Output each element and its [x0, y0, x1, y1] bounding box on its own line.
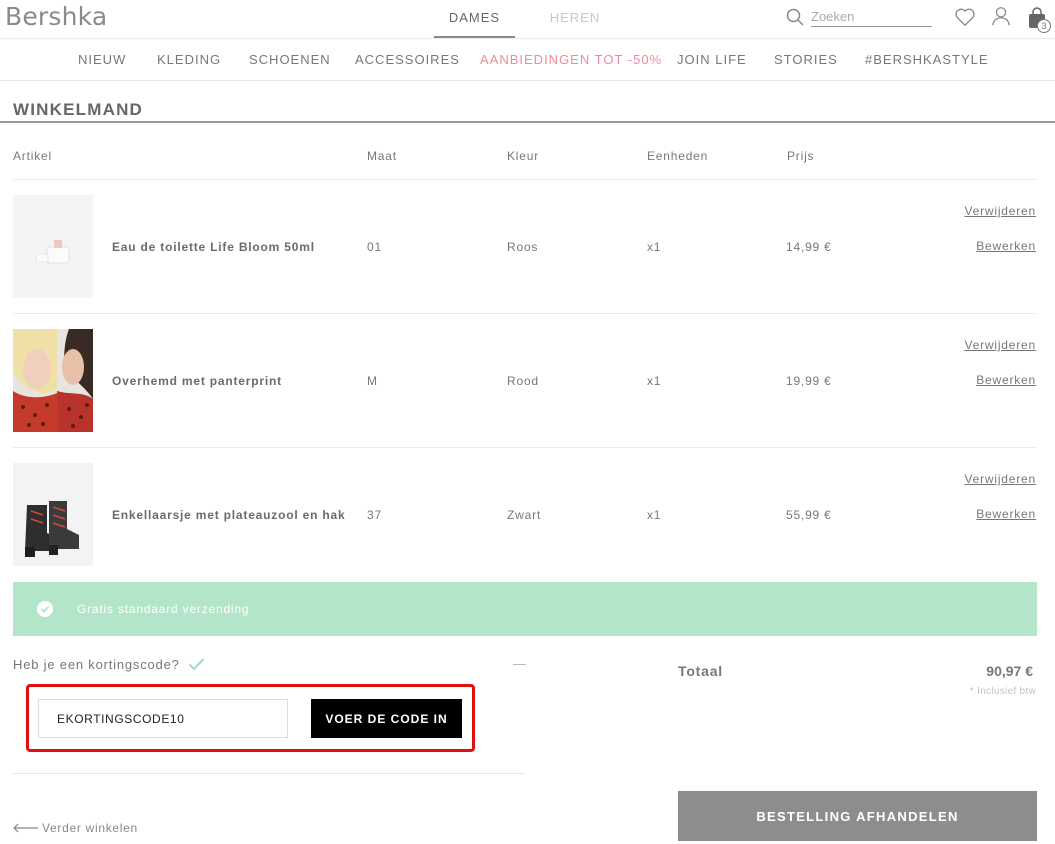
title-divider: [0, 121, 1055, 123]
product-name[interactable]: Eau de toilette Life Bloom 50ml: [112, 240, 315, 254]
check-circle-icon: [37, 601, 53, 617]
remove-link[interactable]: Verwijderen: [964, 204, 1036, 218]
remove-link[interactable]: Verwijderen: [964, 338, 1036, 352]
tab-dames[interactable]: DAMES: [434, 10, 515, 38]
coupon-question[interactable]: Heb je een kortingscode?: [13, 657, 180, 672]
product-price: 55,99 €: [786, 508, 832, 522]
column-header-size: Maat: [367, 149, 397, 163]
check-icon: [188, 658, 205, 671]
tab-heren[interactable]: HEREN: [535, 10, 615, 38]
nav-item-accessoires[interactable]: ACCESSOIRES: [355, 52, 460, 67]
product-color: Rood: [507, 374, 539, 388]
column-header-price: Prijs: [787, 149, 815, 163]
product-image-shirt[interactable]: [13, 329, 93, 432]
edit-link[interactable]: Bewerken: [976, 239, 1036, 253]
vat-note: * Inclusief btw: [969, 686, 1036, 697]
nav-item-bershkastyle[interactable]: #BERSHKASTYLE: [865, 52, 989, 67]
free-shipping-banner: Gratis standaard verzending: [13, 582, 1037, 636]
user-icon[interactable]: [990, 5, 1012, 27]
page-title: WINKELMAND: [13, 100, 144, 119]
collapse-icon[interactable]: [513, 664, 526, 665]
product-name[interactable]: Enkellaarsje met plateauzool en hak: [112, 508, 345, 522]
main-nav: NIEUW KLEDING SCHOENEN ACCESSOIRES AANBI…: [0, 38, 1055, 81]
product-quantity: x1: [647, 508, 662, 522]
product-image-boots[interactable]: [13, 463, 93, 566]
arrow-left-icon: [13, 823, 38, 833]
column-header-color: Kleur: [507, 149, 540, 163]
continue-shopping-label: Verder winkelen: [42, 821, 138, 835]
heart-icon[interactable]: [954, 6, 976, 28]
coupon-divider: [13, 773, 525, 774]
nav-item-join-life[interactable]: JOIN LIFE: [677, 52, 747, 67]
nav-item-stories[interactable]: STORIES: [774, 52, 838, 67]
cart-row: Overhemd met panterprint M Rood x1 19,99…: [0, 314, 1055, 448]
product-name[interactable]: Overhemd met panterprint: [112, 374, 282, 388]
bag-count-badge: 3: [1037, 19, 1051, 33]
edit-link[interactable]: Bewerken: [976, 507, 1036, 521]
nav-item-aanbiedingen[interactable]: AANBIEDINGEN TOT -50%: [480, 52, 662, 67]
cart-row: Enkellaarsje met plateauzool en hak 37 Z…: [0, 448, 1055, 582]
brand-logo[interactable]: Bershka: [5, 2, 107, 31]
remove-link[interactable]: Verwijderen: [964, 472, 1036, 486]
continue-shopping-link[interactable]: Verder winkelen: [13, 821, 138, 835]
total-value: 90,97 €: [986, 663, 1033, 679]
product-quantity: x1: [647, 240, 662, 254]
total-label: Totaal: [678, 663, 723, 679]
product-size: 01: [367, 240, 382, 254]
product-color: Roos: [507, 240, 539, 254]
coupon-code-input[interactable]: [38, 699, 288, 738]
nav-item-nieuw[interactable]: NIEUW: [78, 52, 126, 67]
search-input[interactable]: [811, 7, 932, 27]
product-size: M: [367, 374, 378, 388]
nav-item-kleding[interactable]: KLEDING: [157, 52, 221, 67]
edit-link[interactable]: Bewerken: [976, 373, 1036, 387]
shipping-text: Gratis standaard verzending: [77, 602, 250, 616]
column-header-units: Eenheden: [647, 149, 709, 163]
product-price: 19,99 €: [786, 374, 832, 388]
product-quantity: x1: [647, 374, 662, 388]
checkout-button[interactable]: BESTELLING AFHANDELEN: [678, 791, 1037, 841]
cart-row: Eau de toilette Life Bloom 50ml 01 Roos …: [0, 180, 1055, 314]
product-size: 37: [367, 508, 382, 522]
apply-code-button[interactable]: VOER DE CODE IN: [311, 699, 462, 738]
search-icon[interactable]: [786, 8, 804, 26]
column-header-article: Artikel: [13, 149, 52, 163]
nav-item-schoenen[interactable]: SCHOENEN: [249, 52, 331, 67]
product-image-perfume[interactable]: [13, 195, 93, 298]
product-price: 14,99 €: [786, 240, 832, 254]
product-color: Zwart: [507, 508, 541, 522]
